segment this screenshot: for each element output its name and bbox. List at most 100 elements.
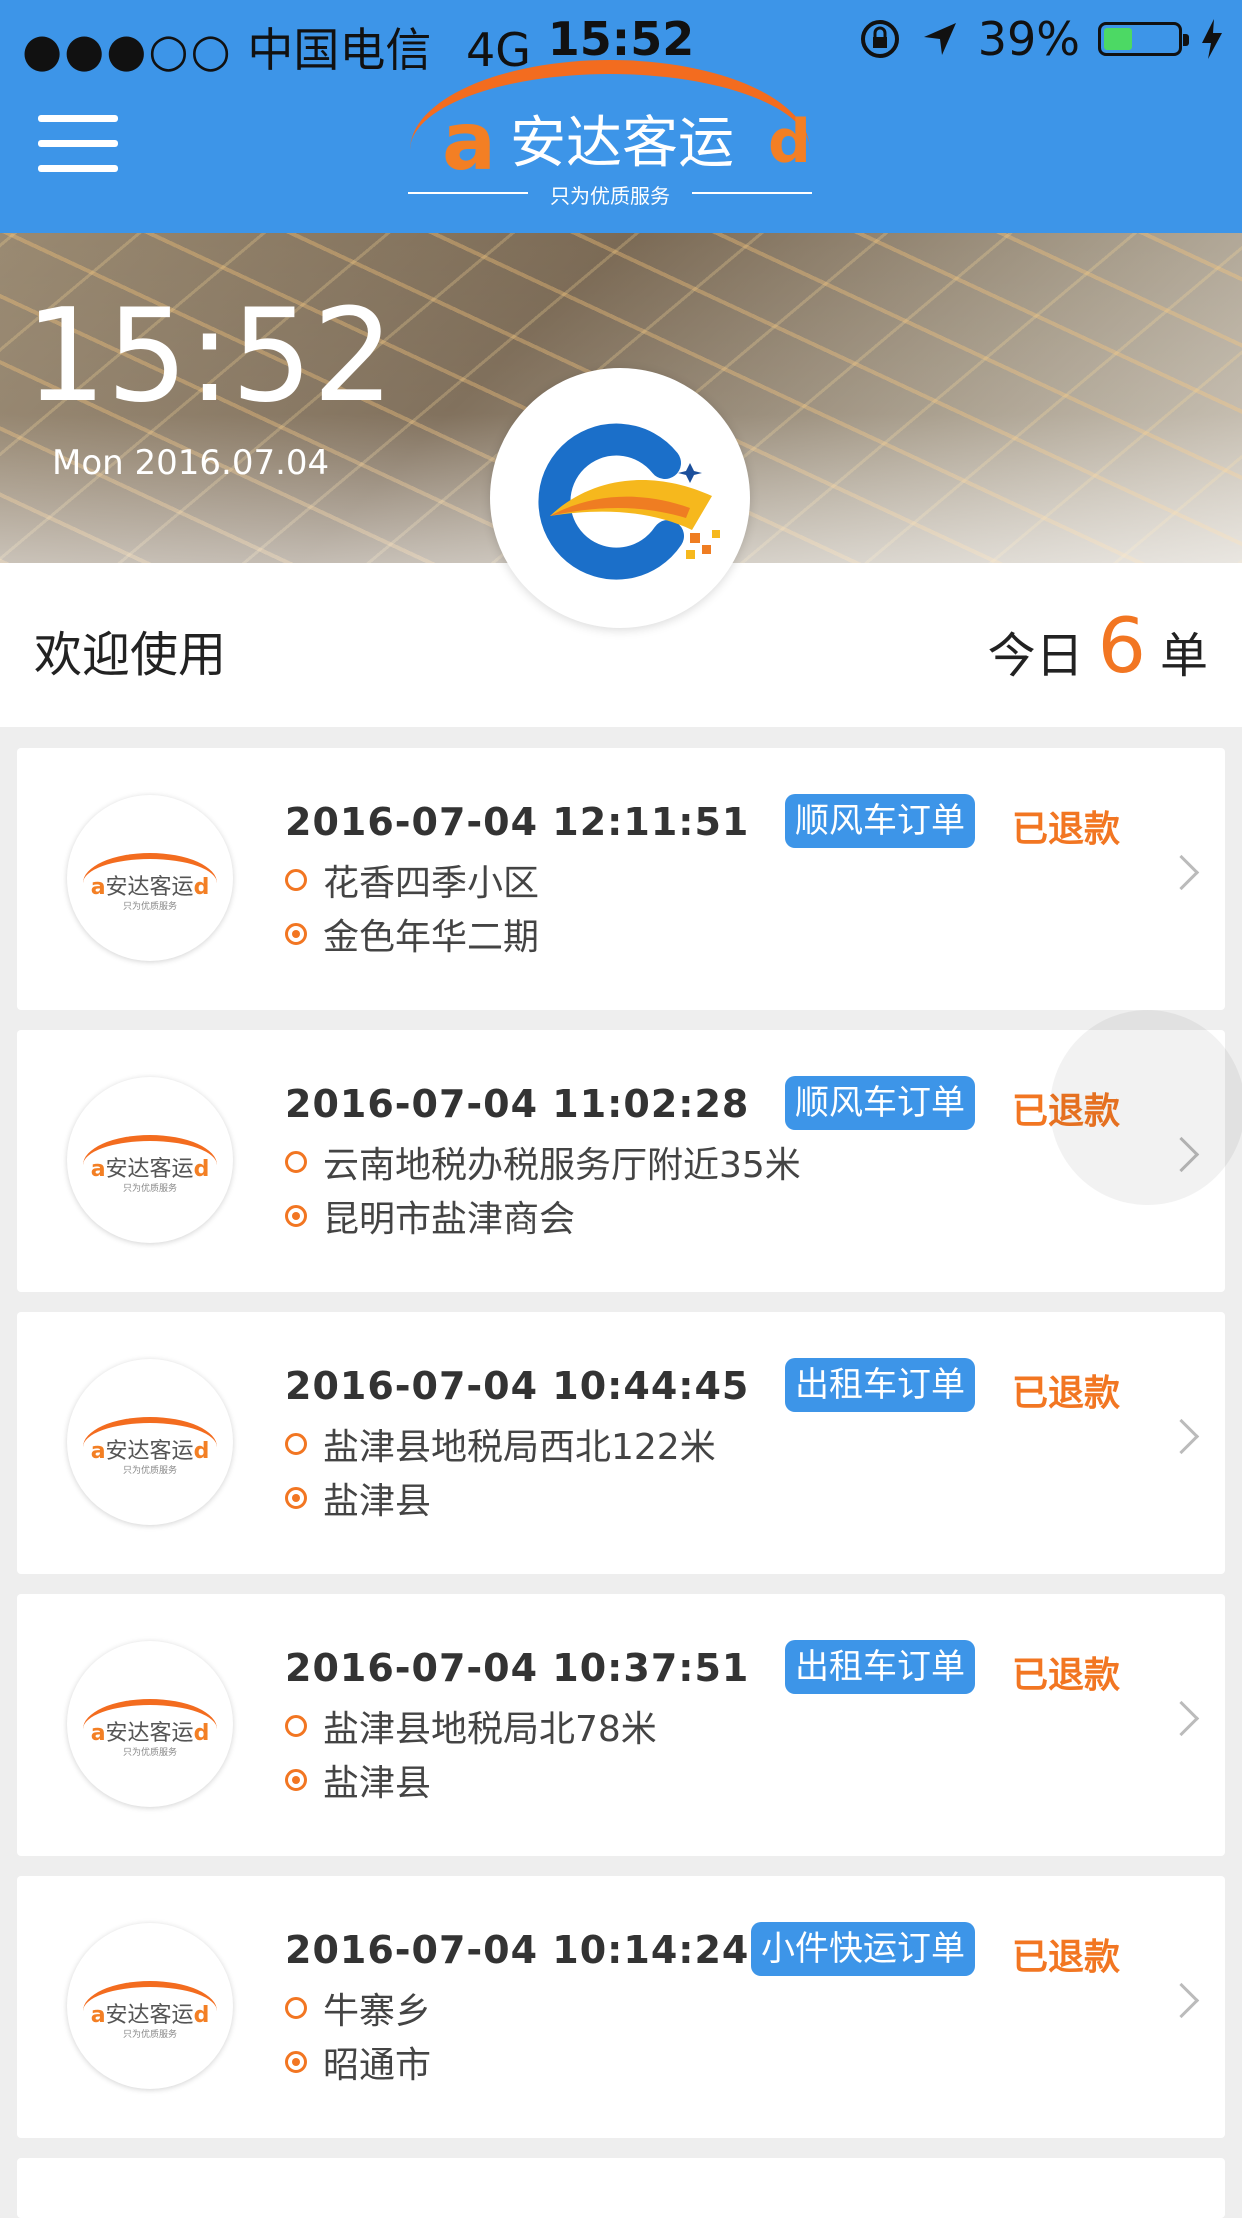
avatar-logo-text: a安达客运d	[77, 1151, 223, 1183]
rotation-lock-icon	[860, 20, 899, 58]
welcome-text: 欢迎使用	[34, 627, 227, 683]
battery-percent: 39%	[977, 12, 1080, 66]
avatar-logo-name: 安达客运	[105, 2003, 194, 2028]
app-header: ●●●○○ 中国电信 4G 15:52 39% a 安达客运 d 只为优质服务	[0, 0, 1242, 233]
company-logo-badge	[490, 368, 750, 628]
avatar-logo-a: a	[90, 875, 106, 900]
order-datetime: 2016-07-04 12:11:51	[285, 800, 750, 844]
destination-text: 昭通市	[323, 2045, 432, 2086]
hero-clock: 15:52	[25, 282, 394, 431]
order-datetime: 2016-07-04 10:37:51	[285, 1646, 750, 1690]
order-type-tag: 出租车订单	[785, 1358, 975, 1412]
origin-dot-icon	[285, 869, 307, 891]
menu-icon-bar	[38, 115, 118, 122]
order-status: 已退款	[1012, 809, 1121, 850]
chevron-right-icon	[1163, 1418, 1200, 1455]
avatar-logo-text: a安达客运d	[77, 1433, 223, 1465]
chevron-right-icon	[1163, 854, 1200, 891]
origin-text: 云南地税办税服务厅附近35米	[323, 1145, 801, 1186]
avatar-logo-name: 安达客运	[105, 1157, 194, 1182]
avatar-logo-a: a	[90, 1439, 106, 1464]
destination-text: 金色年华二期	[323, 917, 540, 958]
avatar-logo-slogan: 只为优质服务	[122, 1466, 177, 1476]
order-destination: 金色年华二期	[285, 908, 539, 960]
origin-text: 花香四季小区	[323, 863, 540, 904]
origin-dot-icon	[285, 1151, 307, 1173]
order-type-tag: 顺风车订单	[785, 1076, 975, 1130]
origin-dot-icon	[285, 1433, 307, 1455]
avatar-logo-d: d	[193, 1721, 210, 1746]
order-origin: 花香四季小区	[285, 854, 539, 906]
menu-icon-bar	[38, 165, 118, 172]
avatar-logo-text: a安达客运d	[77, 869, 223, 901]
order-card[interactable]: a安达客运d 只为优质服务 2016-07-04 12:11:51 顺风车订单 …	[17, 748, 1225, 1010]
avatar-logo-a: a	[90, 1721, 106, 1746]
battery-icon	[1098, 22, 1189, 56]
hero-date: Mon 2016.07.04	[52, 443, 330, 483]
avatar-logo-a: a	[90, 1157, 106, 1182]
touch-ripple	[1050, 1010, 1242, 1205]
order-destination: 盐津县	[285, 1754, 431, 1806]
order-card[interactable]: a安达客运d 只为优质服务 2016-07-04 10:14:24 小件快运订单…	[17, 1876, 1225, 2138]
charging-bolt-icon	[1202, 19, 1222, 59]
destination-dot-icon	[285, 1769, 307, 1791]
order-card-partial[interactable]	[17, 2158, 1225, 2218]
order-type-tag: 顺风车订单	[785, 794, 975, 848]
destination-text: 盐津县	[323, 1763, 432, 1804]
order-origin: 盐津县地税局西北122米	[285, 1418, 716, 1470]
company-emblem-icon	[538, 423, 720, 580]
avatar-logo-d: d	[193, 1439, 210, 1464]
order-destination: 盐津县	[285, 1472, 431, 1524]
order-origin: 盐津县地税局北78米	[285, 1700, 657, 1752]
menu-icon-bar	[38, 140, 118, 147]
order-card[interactable]: a安达客运d 只为优质服务 2016-07-04 10:44:45 出租车订单 …	[17, 1312, 1225, 1574]
origin-text: 盐津县地税局北78米	[323, 1709, 657, 1750]
chevron-right-icon	[1163, 1982, 1200, 2019]
order-avatar-logo: a安达客运d 只为优质服务	[67, 1359, 233, 1525]
destination-text: 昆明市盐津商会	[323, 1199, 576, 1240]
order-avatar-logo: a安达客运d 只为优质服务	[67, 1077, 233, 1243]
destination-dot-icon	[285, 1205, 307, 1227]
avatar-logo-d: d	[193, 1157, 210, 1182]
today-unit: 单	[1159, 628, 1208, 684]
location-arrow-icon	[923, 23, 956, 55]
avatar-logo-slogan: 只为优质服务	[122, 1748, 177, 1758]
avatar-logo-text: a安达客运d	[77, 1997, 223, 2029]
order-card[interactable]: a安达客运d 只为优质服务 2016-07-04 10:37:51 出租车订单 …	[17, 1594, 1225, 1856]
avatar-logo-a: a	[90, 2003, 106, 2028]
order-type-tag: 小件快运订单	[751, 1922, 975, 1976]
brand-logo-d: d	[768, 107, 811, 177]
order-status: 已退款	[1012, 1373, 1121, 1414]
order-status: 已退款	[1012, 1937, 1121, 1978]
order-avatar-logo: a安达客运d 只为优质服务	[67, 1923, 233, 2089]
origin-text: 盐津县地税局西北122米	[323, 1427, 716, 1468]
order-avatar-logo: a安达客运d 只为优质服务	[67, 795, 233, 961]
origin-dot-icon	[285, 1715, 307, 1737]
avatar-logo-slogan: 只为优质服务	[122, 902, 177, 912]
status-right: 39%	[858, 12, 1224, 66]
brand-logo: a 安达客运 d 只为优质服务	[400, 60, 820, 210]
destination-dot-icon	[285, 923, 307, 945]
order-avatar-logo: a安达客运d 只为优质服务	[67, 1641, 233, 1807]
avatar-logo-slogan: 只为优质服务	[122, 1184, 177, 1194]
menu-button[interactable]	[38, 115, 118, 175]
destination-text: 盐津县	[323, 1481, 432, 1522]
origin-dot-icon	[285, 1997, 307, 2019]
order-type-tag: 出租车订单	[785, 1640, 975, 1694]
order-origin: 云南地税办税服务厅附近35米	[285, 1136, 801, 1188]
order-datetime: 2016-07-04 10:44:45	[285, 1364, 750, 1408]
battery-fill	[1104, 28, 1133, 50]
order-destination: 昭通市	[285, 2036, 431, 2088]
order-card[interactable]: a安达客运d 只为优质服务 2016-07-04 11:02:28 顺风车订单 …	[17, 1030, 1225, 1292]
order-datetime: 2016-07-04 10:14:24	[285, 1928, 750, 1972]
order-status: 已退款	[1012, 1655, 1121, 1696]
brand-slogan: 只为优质服务	[550, 184, 670, 208]
avatar-logo-name: 安达客运	[105, 1439, 194, 1464]
origin-text: 牛寨乡	[323, 1991, 432, 2032]
avatar-logo-slogan: 只为优质服务	[122, 2030, 177, 2040]
order-destination: 昆明市盐津商会	[285, 1190, 575, 1242]
brand-name: 安达客运	[510, 111, 734, 176]
avatar-logo-text: a安达客运d	[77, 1715, 223, 1747]
brand-logo-a: a	[442, 95, 496, 188]
order-datetime: 2016-07-04 11:02:28	[285, 1082, 750, 1126]
